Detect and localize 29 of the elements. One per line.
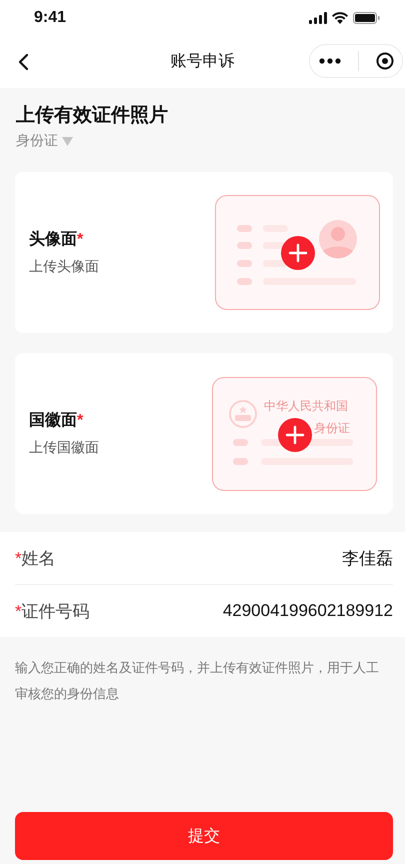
upload-label: 头像面 bbox=[29, 231, 77, 248]
field-label: 证件号码 bbox=[22, 602, 90, 620]
input-field[interactable]: 李佳磊 bbox=[173, 548, 393, 568]
page-title: 账号申诉 bbox=[170, 52, 234, 72]
close-icon[interactable] bbox=[376, 52, 394, 70]
help-text: 输入您正确的姓名及证件号码，并上传有效证件照片，用于人工审核您的身份信息 bbox=[14, 659, 380, 703]
required-mark: * bbox=[15, 548, 22, 568]
status-time: 9:41 bbox=[34, 8, 66, 26]
document-type-selector[interactable]: 身份证 bbox=[16, 132, 58, 150]
more-icon[interactable] bbox=[318, 58, 340, 64]
required-mark: * bbox=[15, 602, 22, 620]
wifi-icon bbox=[332, 12, 348, 24]
upload-hint: 上传头像面 bbox=[29, 258, 99, 276]
required-mark: * bbox=[77, 412, 84, 429]
battery-icon bbox=[353, 12, 380, 24]
upload-label: 国徽面 bbox=[29, 412, 77, 429]
field-label: 姓名 bbox=[22, 548, 56, 568]
add-icon[interactable] bbox=[278, 418, 312, 452]
required-mark: * bbox=[77, 231, 84, 248]
add-icon[interactable] bbox=[281, 236, 315, 270]
id-card-placeholder[interactable]: 中华人民共和国 身份证 bbox=[212, 376, 377, 490]
signal-icon bbox=[309, 12, 327, 24]
card-text: 身份证 bbox=[314, 420, 350, 434]
submit-button[interactable]: 提交 bbox=[15, 812, 393, 860]
upload-hint: 上传国徽面 bbox=[29, 439, 99, 457]
card-text: 中华人民共和国 bbox=[264, 398, 348, 412]
section-title: 上传有效证件照片 bbox=[16, 104, 169, 128]
input-field[interactable]: 429004199602189912 bbox=[173, 601, 393, 621]
back-icon[interactable] bbox=[17, 52, 29, 70]
